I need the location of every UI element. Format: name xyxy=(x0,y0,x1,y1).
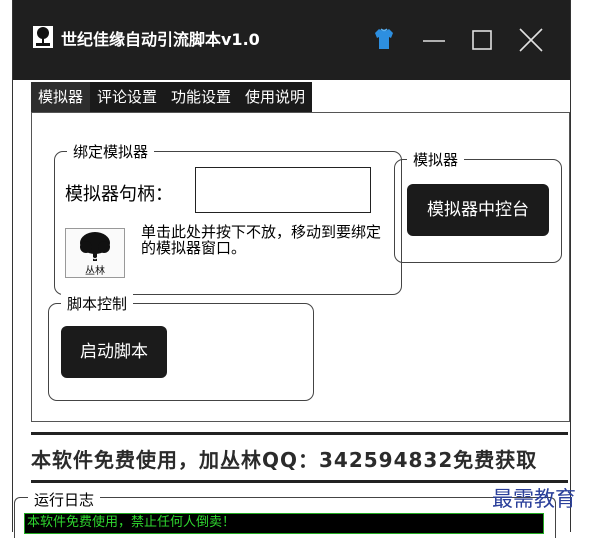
log-line: 本软件免费使用，禁止任何人倒卖！ xyxy=(27,515,236,530)
script-control-group: 脚本控制 启动脚本 xyxy=(48,293,314,401)
tree-icon-caption: 丛林 xyxy=(85,264,105,277)
emulator-console-button[interactable]: 模拟器中控台 xyxy=(407,184,549,236)
handle-label: 模拟器句柄： xyxy=(65,184,173,205)
maximize-icon[interactable] xyxy=(469,28,495,52)
tab-instructions[interactable]: 使用说明 xyxy=(238,82,312,112)
log-output[interactable]: 本软件免费使用，禁止任何人倒卖！ xyxy=(24,513,544,534)
tab-comment-settings[interactable]: 评论设置 xyxy=(90,82,164,112)
handle-input[interactable] xyxy=(195,167,371,213)
bind-hint-text: 单击此处并按下不放，移动到要绑定的模拟器窗口。 xyxy=(141,223,382,257)
tab-bar: 模拟器 评论设置 功能设置 使用说明 xyxy=(31,82,313,112)
promo-divider-bottom xyxy=(31,480,568,483)
start-script-button[interactable]: 启动脚本 xyxy=(61,326,167,378)
emulator-group: 模拟器 模拟器中控台 xyxy=(394,149,562,263)
emulator-group-title: 模拟器 xyxy=(407,149,465,170)
tree-target-icon: 丛林 xyxy=(80,232,110,277)
watermark: 最需教育 xyxy=(492,487,576,511)
shirt-skin-icon[interactable] xyxy=(373,27,395,51)
promo-banner: 本软件免费使用，加丛林QQ：342594832免费获取 xyxy=(31,448,538,472)
app-window: 世纪佳缘自动引流脚本v1.0 模拟器 评论设置 功能设置 使用说明 绑定模拟器 … xyxy=(12,0,571,532)
bind-group-title: 绑定模拟器 xyxy=(67,141,155,162)
promo-divider-top xyxy=(31,432,568,435)
close-icon[interactable] xyxy=(517,26,545,54)
log-group-title: 运行日志 xyxy=(28,489,101,510)
tab-emulator[interactable]: 模拟器 xyxy=(31,82,91,112)
tab-function-settings[interactable]: 功能设置 xyxy=(164,82,238,112)
tab-content-panel: 绑定模拟器 模拟器句柄： 丛林 单击此处并按下不放，移动到要绑定的模拟器窗口。 … xyxy=(31,112,570,422)
tree-logo-icon xyxy=(33,26,53,48)
bind-emulator-group: 绑定模拟器 模拟器句柄： 丛林 单击此处并按下不放，移动到要绑定的模拟器窗口。 xyxy=(54,141,402,295)
minimize-icon[interactable] xyxy=(421,28,447,52)
title-bar[interactable]: 世纪佳缘自动引流脚本v1.0 xyxy=(13,0,570,80)
script-group-title: 脚本控制 xyxy=(61,293,134,314)
window-finder-icon[interactable]: 丛林 xyxy=(65,228,125,278)
window-title: 世纪佳缘自动引流脚本v1.0 xyxy=(61,30,260,49)
